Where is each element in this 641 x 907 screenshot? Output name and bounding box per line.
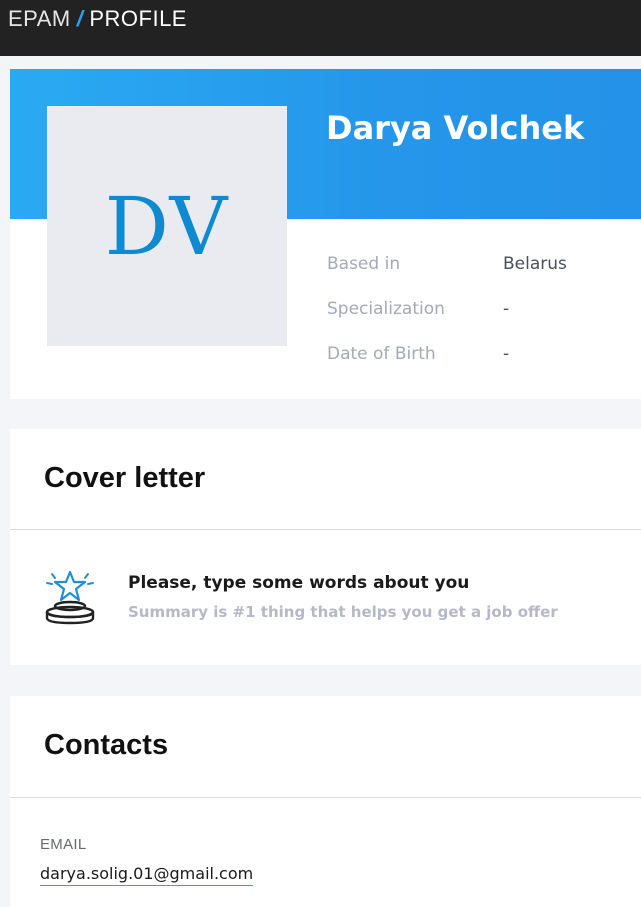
info-value: - [503,344,510,364]
cover-letter-section: Cover letter Please, type some words abo… [10,429,641,665]
contacts-section: Contacts EMAIL darya.solig.01@gmail.com [10,696,641,907]
top-navigation-bar: EPAM / PROFILE [0,0,641,56]
avatar-initials: DV [104,179,230,273]
email-label: EMAIL [40,836,87,853]
contacts-title: Contacts [44,729,169,761]
info-label: Specialization [327,299,445,319]
section-divider [10,797,641,798]
info-value: - [503,299,510,319]
info-row-date-of-birth: Date of Birth - [327,339,637,369]
brand-separator: / [76,6,84,31]
info-value: Belarus [503,254,567,274]
profile-name: Darya Volchek [326,109,585,147]
section-divider [10,529,641,530]
email-link[interactable]: darya.solig.01@gmail.com [40,864,254,886]
info-label: Based in [327,254,401,274]
cover-letter-subtext: Summary is #1 thing that helps you get a… [128,603,558,621]
brand-secondary: PROFILE [89,6,187,31]
cover-letter-title: Cover letter [44,462,206,494]
star-podium-icon [45,570,95,625]
avatar[interactable]: DV [47,106,287,346]
brand-logo[interactable]: EPAM / PROFILE [8,5,187,33]
info-row-based-in: Based in Belarus [327,249,637,279]
cover-letter-prompt[interactable]: Please, type some words about you [128,573,469,593]
info-label: Date of Birth [327,344,436,364]
profile-card: DV Darya Volchek Based in Belarus Specia… [10,69,641,399]
info-row-specialization: Specialization - [327,294,637,324]
brand-primary: EPAM [8,6,71,31]
